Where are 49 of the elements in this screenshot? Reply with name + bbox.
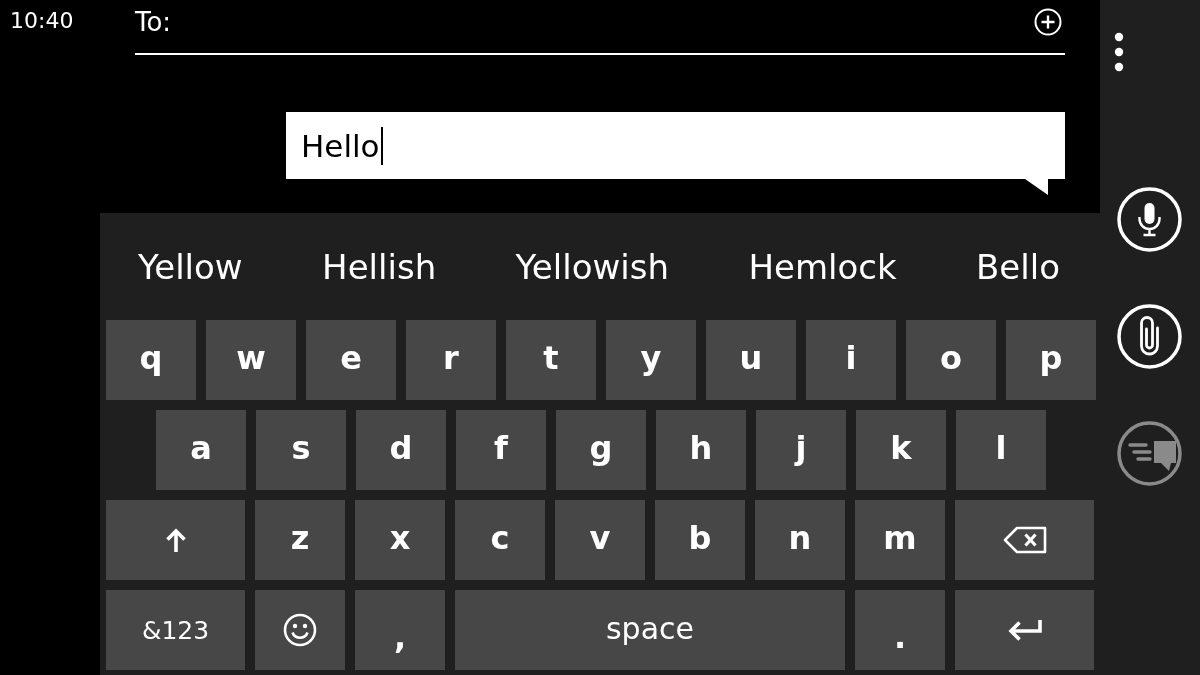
letter-key[interactable]: x: [355, 500, 445, 580]
punctuation-key[interactable]: .: [855, 590, 945, 670]
letter-key[interactable]: i: [806, 320, 896, 400]
letter-key[interactable]: b: [655, 500, 745, 580]
letter-key[interactable]: n: [755, 500, 845, 580]
letter-key[interactable]: w: [206, 320, 296, 400]
letter-key[interactable]: p: [1006, 320, 1096, 400]
suggestion-word[interactable]: Yellowish: [515, 245, 669, 288]
letter-key[interactable]: o: [906, 320, 996, 400]
letter-key[interactable]: y: [606, 320, 696, 400]
letter-key[interactable]: h: [656, 410, 746, 490]
smiley-icon: [283, 613, 317, 647]
letter-key[interactable]: j: [756, 410, 846, 490]
microphone-icon[interactable]: [1117, 187, 1182, 252]
letter-key[interactable]: d: [356, 410, 446, 490]
emoji-key[interactable]: [255, 590, 345, 670]
recipient-field[interactable]: To:: [135, 0, 1065, 55]
letter-key[interactable]: z: [255, 500, 345, 580]
add-icon[interactable]: [1034, 8, 1062, 36]
letter-key[interactable]: q: [106, 320, 196, 400]
letter-key[interactable]: m: [855, 500, 945, 580]
suggestion-word[interactable]: Bello: [976, 245, 1060, 288]
letter-key[interactable]: u: [706, 320, 796, 400]
letter-key[interactable]: k: [856, 410, 946, 490]
letter-key[interactable]: t: [506, 320, 596, 400]
punctuation-key[interactable]: ,: [355, 590, 445, 670]
backspace-icon: [1002, 526, 1047, 554]
suggestion-word[interactable]: Hemlock: [748, 245, 897, 288]
letter-key[interactable]: s: [256, 410, 346, 490]
enter-key[interactable]: [955, 590, 1094, 670]
letter-key[interactable]: c: [455, 500, 545, 580]
space-key[interactable]: space: [455, 590, 845, 670]
letter-key[interactable]: r: [406, 320, 496, 400]
clock-time: 10:40: [10, 8, 74, 33]
suggestion-word[interactable]: Hellish: [322, 245, 437, 288]
letter-key[interactable]: f: [456, 410, 546, 490]
symbols-key[interactable]: &123: [106, 590, 245, 670]
letter-key[interactable]: g: [556, 410, 646, 490]
letter-key[interactable]: e: [306, 320, 396, 400]
backspace-key[interactable]: [955, 500, 1094, 580]
letter-key[interactable]: l: [956, 410, 1046, 490]
suggestion-word[interactable]: Yellow: [138, 245, 243, 288]
letter-key[interactable]: v: [555, 500, 645, 580]
letter-key[interactable]: a: [156, 410, 246, 490]
message-field[interactable]: Hello: [286, 112, 1065, 179]
paperclip-icon[interactable]: [1117, 304, 1182, 369]
speech-tail-icon: [1025, 179, 1048, 195]
more-icon[interactable]: [1114, 32, 1124, 72]
to-label: To:: [135, 6, 172, 39]
